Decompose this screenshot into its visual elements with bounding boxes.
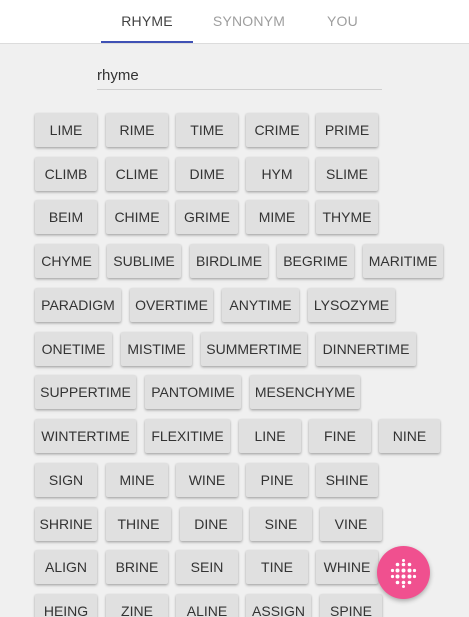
word-button[interactable]: WINE [176,463,238,497]
word-button[interactable]: ASSIGN [246,594,311,617]
word-button[interactable]: ZINE [106,594,168,617]
tab-synonym[interactable]: SYNONYM [201,0,297,43]
word-button[interactable]: FLEXITIME [145,419,230,453]
word-button[interactable]: WINTERTIME [35,419,136,453]
word-button[interactable]: DIME [176,157,238,191]
word-button[interactable]: SEIN [176,550,238,584]
word-button[interactable]: HYM [246,157,308,191]
word-button[interactable]: CLIMB [35,157,97,191]
word-button[interactable]: SHINE [316,463,378,497]
word-button[interactable]: SUPPERTIME [35,375,136,409]
word-button[interactable]: LIME [35,113,97,147]
word-button[interactable]: CLIME [106,157,168,191]
word-button[interactable]: PRIME [316,113,378,147]
word-button[interactable]: DINNERTIME [316,332,416,366]
word-button[interactable]: ALIGN [35,550,97,584]
word-button[interactable]: CRIME [246,113,308,147]
word-button[interactable]: BEGRIME [277,244,354,278]
word-button[interactable]: SLIME [316,157,378,191]
word-button[interactable]: ALINE [176,594,238,617]
word-button[interactable]: CHYME [35,244,98,278]
word-button[interactable]: MESENCHYME [250,375,360,409]
word-button[interactable]: BRINE [106,550,168,584]
word-button[interactable]: SUBLIME [107,244,181,278]
word-button[interactable]: TINE [246,550,308,584]
tab-bar: RHYME SYNONYM YOU [0,0,469,44]
word-button[interactable]: THYME [316,200,378,234]
word-button[interactable]: ANYTIME [222,288,299,322]
dots-grid-icon [390,559,417,588]
word-button[interactable]: ONETIME [35,332,112,366]
word-button[interactable]: SUMMERTIME [201,332,307,366]
word-button[interactable]: LYSOZYME [308,288,395,322]
word-button[interactable]: SIGN [35,463,97,497]
tab-you[interactable]: YOU [305,0,380,43]
word-button[interactable]: HEING [35,594,97,617]
word-button[interactable]: PANTOMIME [145,375,241,409]
word-button[interactable]: WHINE [316,550,378,584]
search-field [97,62,382,90]
word-button[interactable]: SHRINE [35,507,97,541]
word-button[interactable]: BEIM [35,200,97,234]
word-button[interactable]: MARITIME [363,244,443,278]
word-button[interactable]: LINE [239,419,301,453]
tab-rhyme[interactable]: RHYME [101,0,193,43]
word-button[interactable]: FINE [309,419,371,453]
word-button[interactable]: GRIME [176,200,238,234]
word-button[interactable]: VINE [320,507,382,541]
word-button[interactable]: OVERTIME [130,288,213,322]
word-button[interactable]: PARADIGM [35,288,121,322]
word-button[interactable]: MISTIME [121,332,192,366]
floating-action-button[interactable] [377,546,430,599]
word-button[interactable]: BIRDLIME [190,244,268,278]
word-button[interactable]: MIME [246,200,308,234]
word-button[interactable]: SPINE [320,594,382,617]
word-button[interactable]: NINE [379,419,440,453]
rhyme-app: RHYME SYNONYM YOU LIME RIME TIME CRIME P… [0,0,469,617]
active-tab-indicator [101,41,193,43]
search-input[interactable] [97,62,382,88]
word-button[interactable]: SINE [250,507,312,541]
word-button[interactable]: CHIME [106,200,168,234]
word-button[interactable]: DINE [180,507,242,541]
word-button[interactable]: PINE [246,463,308,497]
word-button[interactable]: MINE [106,463,168,497]
word-button[interactable]: RIME [106,113,168,147]
word-button[interactable]: TIME [176,113,238,147]
word-button[interactable]: THINE [106,507,171,541]
